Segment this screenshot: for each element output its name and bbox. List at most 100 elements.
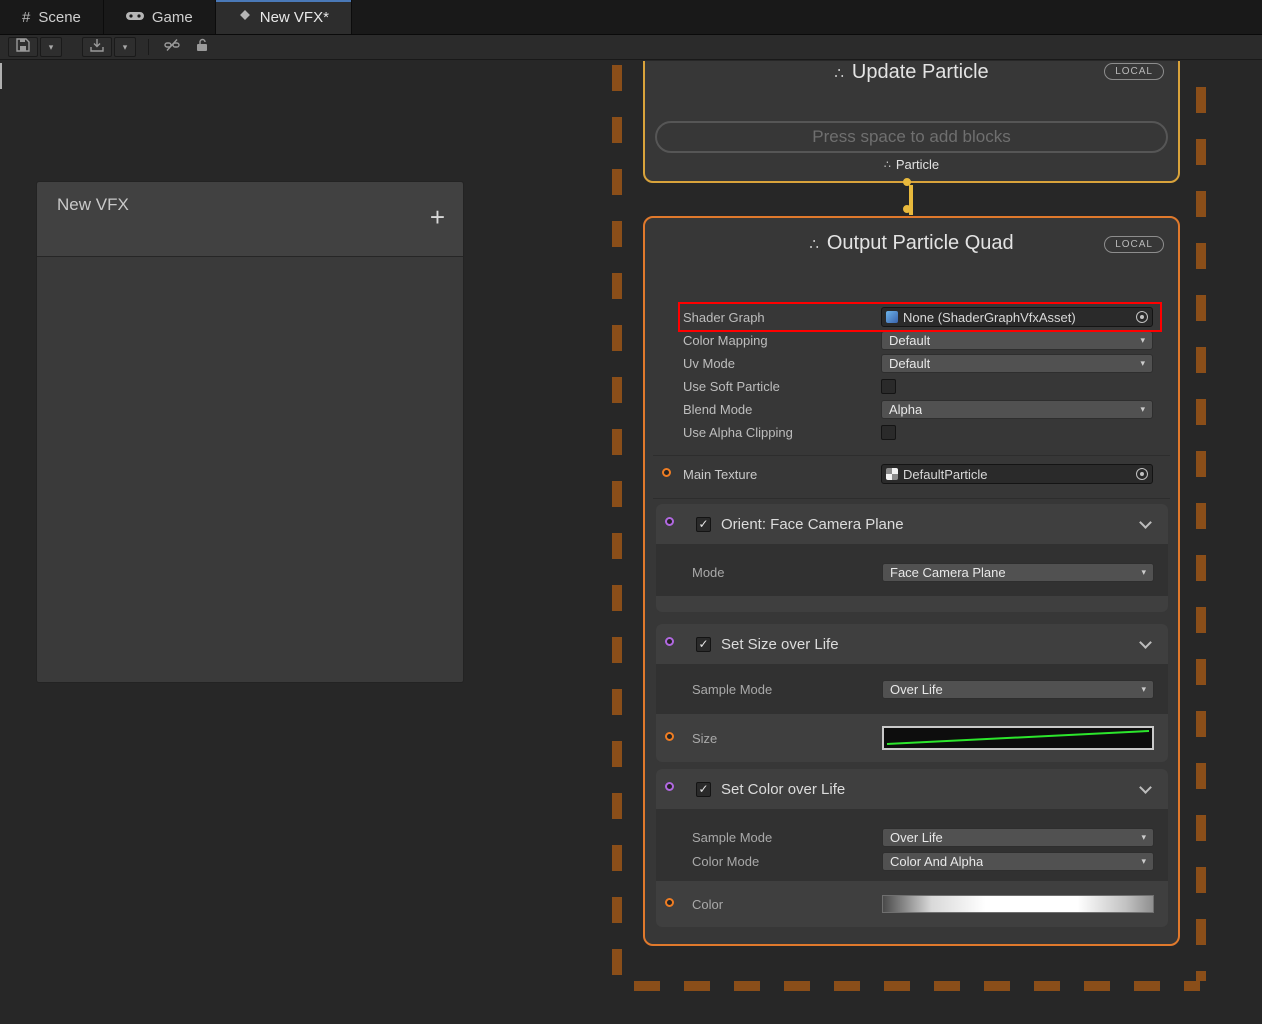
block-enabled-checkbox[interactable]: ✓ (696, 637, 711, 652)
output-particle-quad-node[interactable]: ∴ Output Particle Quad LOCAL Shader Grap… (643, 216, 1180, 946)
block-port[interactable] (665, 782, 674, 791)
window-edge-highlight (0, 63, 2, 89)
block-set-size-over-life[interactable]: ✓ Set Size over Life Sample Mode Over Li… (656, 624, 1168, 762)
main-texture-row: Main Texture DefaultParticle (683, 462, 1155, 486)
particle-output-port-label: ∴ Particle (645, 157, 1178, 172)
object-picker-icon[interactable] (1136, 468, 1148, 480)
scene-grid-icon: # (22, 9, 30, 26)
color-gradient-field[interactable] (882, 895, 1154, 913)
node-settings: Shader Graph None (ShaderGraphVfxAsset) … (683, 306, 1155, 444)
add-blocks-placeholder[interactable]: Press space to add blocks (655, 121, 1168, 153)
graph-toolbar: ▾ ▾ (0, 35, 1262, 60)
block-port[interactable] (665, 517, 674, 526)
shadergraph-asset-icon (886, 311, 898, 323)
color-property-port[interactable] (665, 898, 674, 907)
output-node-title-text: Output Particle Quad (827, 232, 1014, 255)
use-soft-particle-checkbox[interactable] (881, 379, 896, 394)
chevron-down-icon: ▾ (123, 42, 128, 53)
local-badge: LOCAL (1104, 63, 1164, 80)
node-title: ∴ Update Particle (645, 61, 1178, 84)
system-border-right (1196, 87, 1206, 981)
chevron-down-icon: ▾ (1141, 684, 1146, 695)
collapse-chevron-icon[interactable] (1139, 636, 1152, 649)
tab-game[interactable]: Game (104, 0, 216, 34)
tab-scene-label: Scene (38, 9, 81, 26)
section-divider (653, 455, 1170, 456)
setting-row-use-soft-particle: Use Soft Particle (683, 375, 1155, 397)
system-border-bottom (634, 981, 1200, 991)
size-curve-field[interactable] (882, 726, 1154, 750)
blackboard-panel: New VFX + (36, 181, 464, 683)
particle-icon: ∴ (884, 158, 891, 171)
block-header[interactable]: ✓ Set Color over Life (656, 769, 1168, 809)
orient-mode-dropdown[interactable]: Face Camera Plane ▾ (882, 563, 1154, 582)
save-button[interactable] (8, 37, 38, 57)
update-node-title-text: Update Particle (852, 61, 989, 84)
local-badge: LOCAL (1104, 236, 1164, 253)
tab-bar: # Scene Game New VFX* (0, 0, 1262, 35)
color-mode-dropdown[interactable]: Color And Alpha ▾ (882, 852, 1154, 871)
lock-toggle-button[interactable] (189, 37, 215, 57)
particle-icon: ∴ (834, 64, 844, 82)
particle-icon: ∴ (809, 235, 819, 253)
section-divider (653, 498, 1170, 499)
chevron-down-icon: ▾ (49, 42, 54, 53)
tab-scene[interactable]: # Scene (0, 0, 104, 34)
setting-row-blend-mode: Blend Mode Alpha ▾ (683, 398, 1155, 420)
shader-graph-object-field[interactable]: None (ShaderGraphVfxAsset) (881, 307, 1153, 327)
block-properties-strip: Color (656, 881, 1168, 927)
tab-new-vfx[interactable]: New VFX* (216, 0, 352, 34)
graph-canvas[interactable]: New VFX + ∴ Update Particle LOCAL Press … (0, 61, 1262, 1024)
block-set-color-over-life[interactable]: ✓ Set Color over Life Sample Mode Over L… (656, 769, 1168, 927)
block-properties-strip: Size (656, 714, 1168, 762)
block-header[interactable]: ✓ Orient: Face Camera Plane (656, 504, 1168, 544)
main-texture-object-field[interactable]: DefaultParticle (881, 464, 1153, 484)
block-port[interactable] (665, 637, 674, 646)
unlink-icon (164, 38, 180, 57)
chevron-down-icon: ▾ (1140, 335, 1145, 346)
import-button[interactable] (82, 37, 112, 57)
tab-new-vfx-label: New VFX* (260, 9, 329, 26)
unlock-icon (196, 38, 209, 57)
texture-asset-icon (886, 468, 898, 480)
uv-mode-dropdown[interactable]: Default ▾ (881, 354, 1153, 373)
save-icon (16, 38, 30, 57)
chevron-down-icon: ▾ (1140, 404, 1145, 415)
main-texture-port[interactable] (662, 468, 671, 477)
update-particle-node[interactable]: ∴ Update Particle LOCAL Press space to a… (643, 61, 1180, 183)
chevron-down-icon: ▾ (1141, 832, 1146, 843)
blend-mode-dropdown[interactable]: Alpha ▾ (881, 400, 1153, 419)
save-dropdown-button[interactable]: ▾ (40, 37, 62, 57)
use-alpha-clipping-checkbox[interactable] (881, 425, 896, 440)
unlink-button[interactable] (159, 37, 185, 57)
collapse-chevron-icon[interactable] (1139, 781, 1152, 794)
block-orient-face-camera-plane[interactable]: ✓ Orient: Face Camera Plane Mode Face Ca… (656, 504, 1168, 612)
block-enabled-checkbox[interactable]: ✓ (696, 782, 711, 797)
add-property-button[interactable]: + (430, 204, 445, 230)
check-icon: ✓ (698, 638, 708, 650)
block-row-color-mode: Color Mode Color And Alpha ▾ (656, 851, 1168, 871)
color-mapping-dropdown[interactable]: Default ▾ (881, 331, 1153, 350)
setting-row-uv-mode: Uv Mode Default ▾ (683, 352, 1155, 374)
chevron-down-icon: ▾ (1141, 856, 1146, 867)
check-icon: ✓ (698, 783, 708, 795)
color-sample-mode-dropdown[interactable]: Over Life ▾ (882, 828, 1154, 847)
import-dropdown-button[interactable]: ▾ (114, 37, 136, 57)
node-title: ∴ Output Particle Quad (645, 232, 1178, 255)
size-property-port[interactable] (665, 732, 674, 741)
toolbar-separator (148, 39, 149, 55)
setting-row-use-alpha-clipping: Use Alpha Clipping (683, 421, 1155, 443)
size-sample-mode-dropdown[interactable]: Over Life ▾ (882, 680, 1154, 699)
block-properties-strip (656, 596, 1168, 612)
system-border-left (612, 65, 622, 979)
block-enabled-checkbox[interactable]: ✓ (696, 517, 711, 532)
block-header[interactable]: ✓ Set Size over Life (656, 624, 1168, 664)
collapse-chevron-icon[interactable] (1139, 516, 1152, 529)
output-input-flow-port[interactable] (903, 205, 911, 213)
object-picker-icon[interactable] (1136, 311, 1148, 323)
vfx-asset-icon (238, 8, 252, 26)
unity-vfx-graph-window: # Scene Game New VFX* ▾ (0, 0, 1262, 1024)
setting-row-shader-graph: Shader Graph None (ShaderGraphVfxAsset) (683, 306, 1155, 328)
block-settings: Sample Mode Over Life ▾ (656, 664, 1168, 699)
update-output-flow-port[interactable] (903, 178, 911, 186)
